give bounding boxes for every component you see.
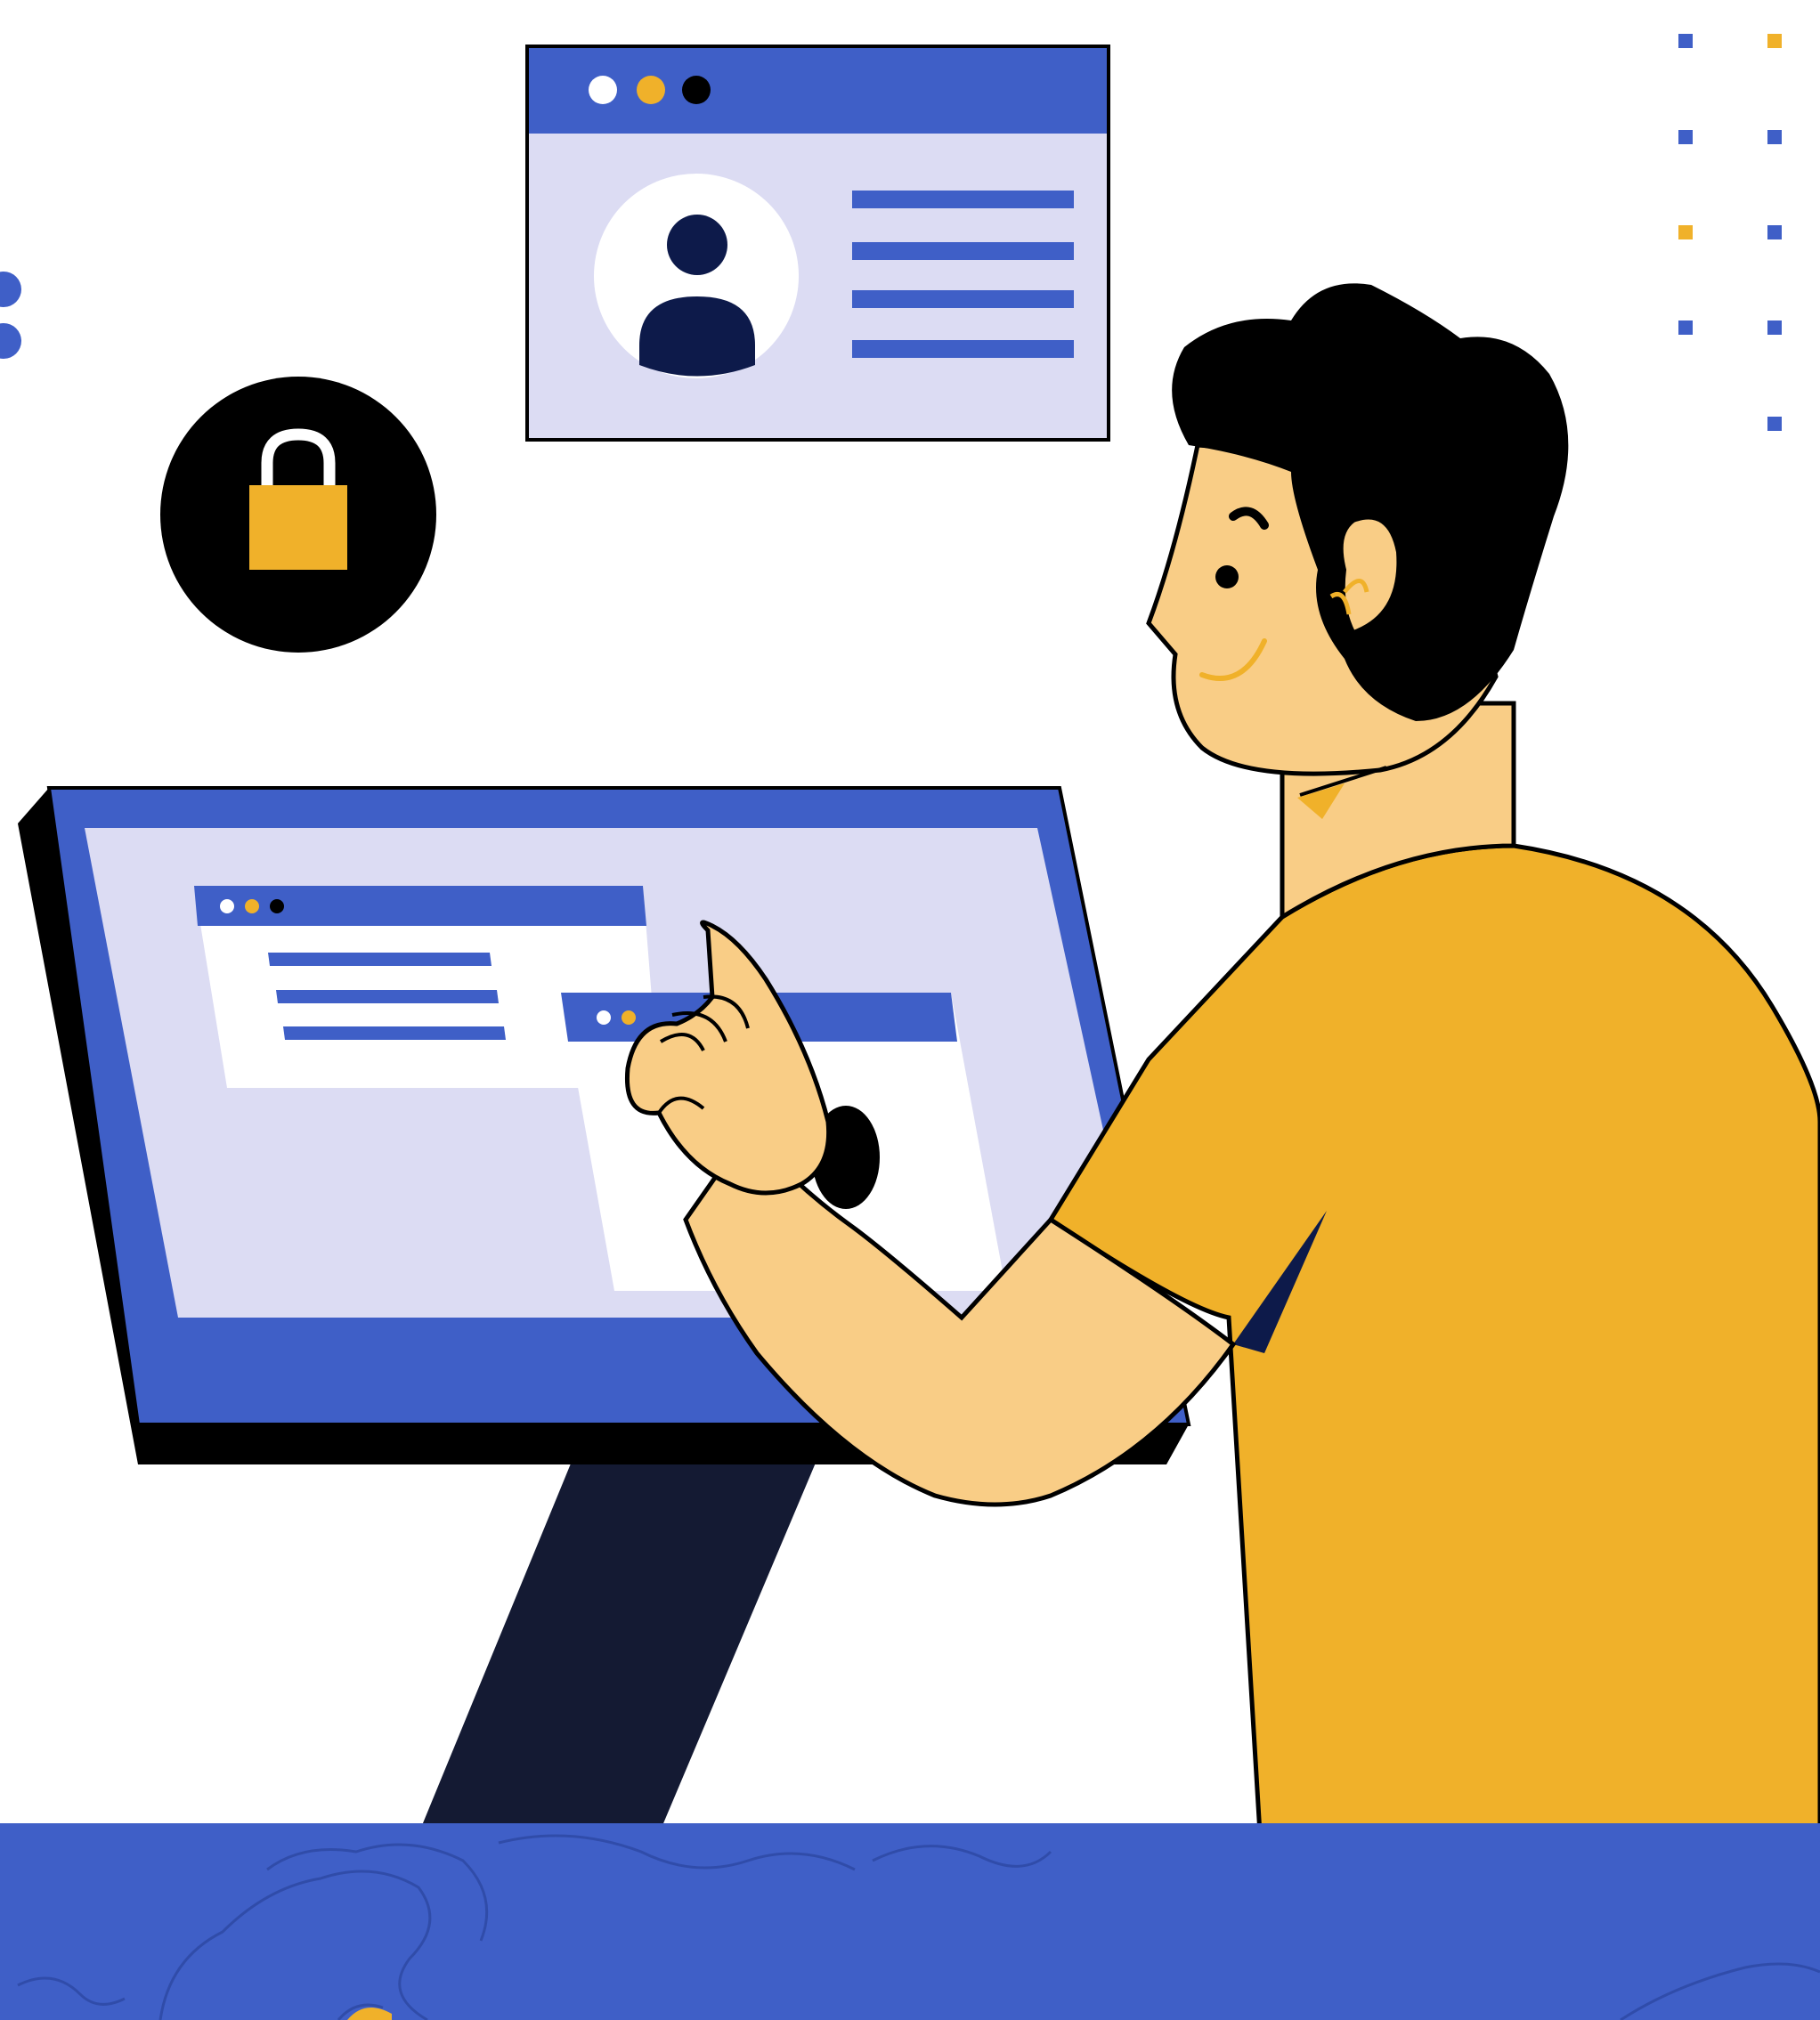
dots-pattern xyxy=(1678,34,1782,431)
lock-icon xyxy=(160,377,436,653)
window-dot-black xyxy=(682,76,711,104)
illustration-stage xyxy=(0,0,1820,2020)
profile-window xyxy=(525,45,1110,442)
user-avatar-icon xyxy=(594,174,799,378)
person-figure xyxy=(624,283,1820,1837)
kiosk-stand xyxy=(418,1433,828,1834)
kiosk-illustration xyxy=(0,34,1820,2020)
edge-dots xyxy=(0,272,21,359)
window-dot-yellow xyxy=(637,76,665,104)
window-dot-white xyxy=(589,76,617,104)
world-map xyxy=(0,1823,1820,2020)
